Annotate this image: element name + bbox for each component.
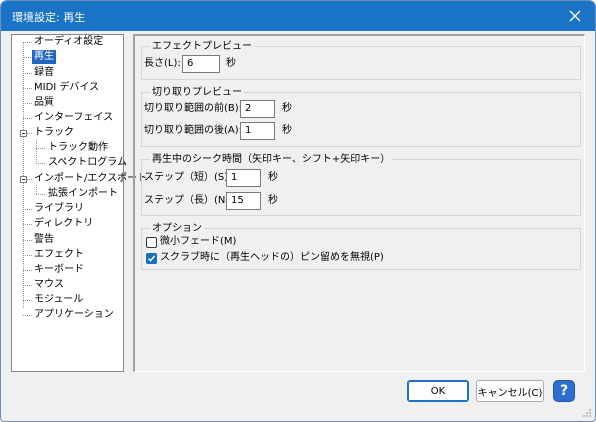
tree-item-effects[interactable]: エフェクト <box>34 248 84 262</box>
tree-item-modules[interactable]: モジュール <box>34 293 83 307</box>
close-button[interactable] <box>555 1 595 31</box>
length-unit-label: 秒 <box>226 58 236 69</box>
scrub-pin-label[interactable]: スクラブ時に（再生ヘッドの）ピン留めを無視(P) <box>160 250 384 266</box>
expand-track-icon[interactable] <box>20 130 27 137</box>
tree-item-quality[interactable]: 品質 <box>34 96 54 110</box>
seek-time-legend: 再生中のシーク時間（矢印キー、シフト+矢印キー） <box>150 153 393 166</box>
short-step-field[interactable]: 1 <box>226 169 261 187</box>
length-label: 長さ(L): <box>144 58 181 69</box>
effect-preview-legend: エフェクトプレビュー <box>150 40 254 53</box>
tree-item-spectrogram[interactable]: スペクトログラム <box>48 156 127 170</box>
close-icon <box>569 10 581 22</box>
tree-item-tracks[interactable]: トラック <box>34 126 74 140</box>
tree-item-warnings[interactable]: 警告 <box>34 233 54 247</box>
seek-time-group: 再生中のシーク時間（矢印キー、シフト+矢印キー） ステップ（短）(S): 1 秒… <box>141 153 581 216</box>
checkmark-icon <box>148 255 156 262</box>
tree-item-interface[interactable]: インターフェイス <box>34 111 113 125</box>
cut-after-unit-label: 秒 <box>282 125 292 136</box>
tree-item-midi-devices[interactable]: MIDI デバイス <box>34 81 99 95</box>
help-icon: ? <box>559 383 569 399</box>
cut-after-label: 切り取り範囲の後(A): <box>144 125 243 136</box>
preferences-dialog: 環境設定: 再生 オーディオ設定 再生 録音 MIDI デバイス 品質 インター… <box>0 0 596 422</box>
cut-before-unit-label: 秒 <box>282 103 292 114</box>
title-bar: 環境設定: 再生 <box>1 1 595 31</box>
tree-item-keyboard[interactable]: キーボード <box>34 263 84 277</box>
cut-preview-legend: 切り取りプレビュー <box>150 86 244 99</box>
short-step-unit-label: 秒 <box>268 172 278 183</box>
micro-fade-checkbox[interactable] <box>146 237 157 248</box>
settings-panel: エフェクトプレビュー 長さ(L): 6 秒 切り取りプレビュー 切り取り範囲の前… <box>133 34 585 372</box>
short-step-label: ステップ（短）(S): <box>144 172 232 183</box>
tree-item-audio-settings[interactable]: オーディオ設定 <box>34 35 103 49</box>
tree-item-track-behaviors[interactable]: トラック動作 <box>48 141 108 155</box>
expand-import-export-icon[interactable] <box>20 176 27 183</box>
resize-grip-icon[interactable] <box>582 408 592 418</box>
long-step-unit-label: 秒 <box>268 195 278 206</box>
cancel-button[interactable]: キャンセル(C) <box>476 380 544 402</box>
long-step-field[interactable]: 15 <box>226 192 261 210</box>
tree-item-extended-import[interactable]: 拡張インポート <box>48 187 118 201</box>
tree-item-directories[interactable]: ディレクトリ <box>34 217 93 231</box>
effect-preview-group: エフェクトプレビュー 長さ(L): 6 秒 <box>141 40 581 80</box>
micro-fade-label[interactable]: 微小フェード(M) <box>160 234 236 250</box>
cut-preview-group: 切り取りプレビュー 切り取り範囲の前(B): 2 秒 切り取り範囲の後(A): … <box>141 86 581 147</box>
tree-item-import-export[interactable]: インポート/エクスポート <box>34 172 147 186</box>
tree-item-mouse[interactable]: マウス <box>34 278 64 292</box>
cut-before-label: 切り取り範囲の前(B): <box>144 103 243 114</box>
category-tree: オーディオ設定 再生 録音 MIDI デバイス 品質 インターフェイス トラック… <box>11 34 147 372</box>
scrub-pin-checkbox[interactable] <box>146 253 157 264</box>
ok-button[interactable]: OK <box>407 380 469 402</box>
tree-item-playback[interactable]: 再生 <box>32 50 56 64</box>
cut-before-field[interactable]: 2 <box>240 100 275 118</box>
tree-item-application[interactable]: アプリケーション <box>34 308 114 322</box>
cut-after-field[interactable]: 1 <box>240 122 275 140</box>
window-title: 環境設定: 再生 <box>12 11 86 24</box>
help-button[interactable]: ? <box>553 380 575 402</box>
tree-item-library[interactable]: ライブラリ <box>34 202 84 216</box>
long-step-label: ステップ（長）(N): <box>144 195 233 206</box>
length-field[interactable]: 6 <box>182 55 220 73</box>
options-group: オプション 微小フェード(M) スクラブ時に（再生ヘッドの）ピン留めを無視(P) <box>141 222 581 270</box>
tree-item-recording[interactable]: 録音 <box>34 66 54 80</box>
